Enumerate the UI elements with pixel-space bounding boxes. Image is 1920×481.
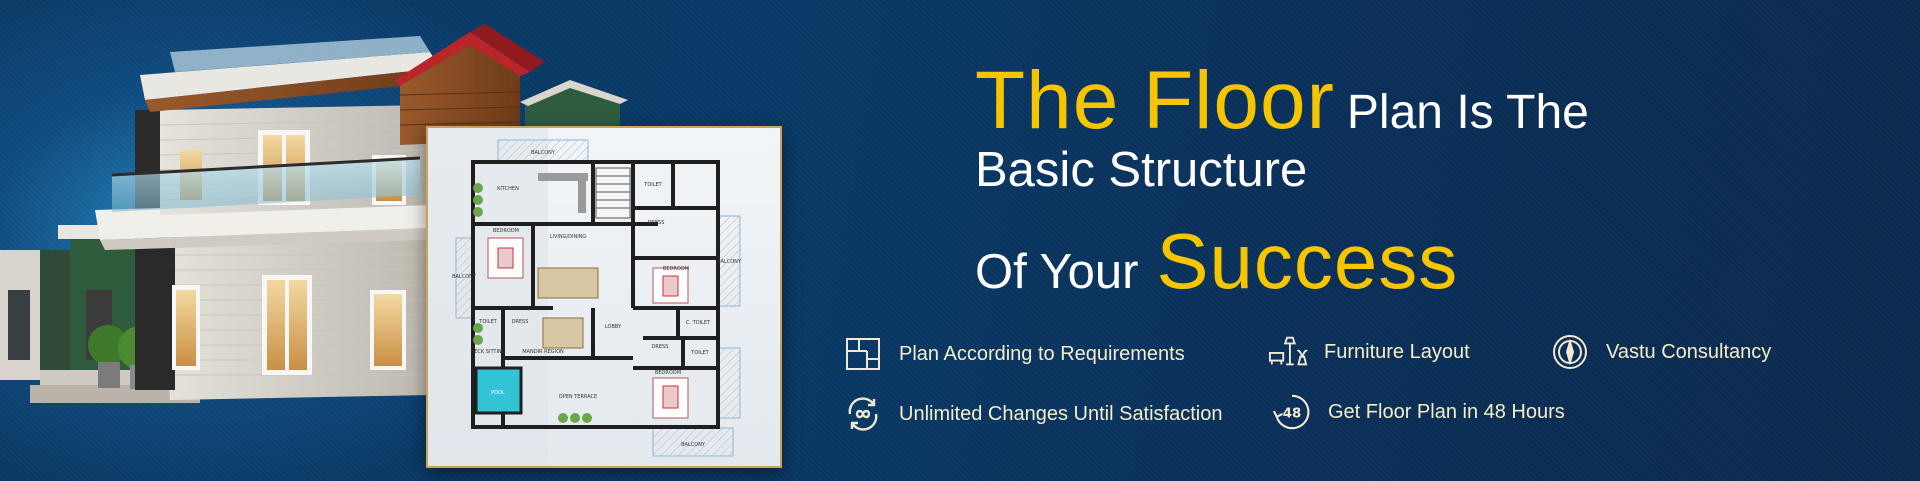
48-hours-icon: 48 <box>1272 392 1312 432</box>
plan-label-mandir: MANDIR REGION <box>522 349 564 355</box>
plan-label-pool: POOL <box>491 390 505 396</box>
plan-label-balcony-left: BALCONY <box>452 274 477 280</box>
feature-label: Get Floor Plan in 48 Hours <box>1328 400 1565 423</box>
feature-label: Plan According to Requirements <box>899 342 1185 365</box>
feature-label: Unlimited Changes Until Satisfaction <box>899 402 1223 425</box>
feature-48-hours: 48 Get Floor Plan in 48 Hours <box>1272 392 1565 432</box>
plan-label-kitchen: KITCHEN <box>497 186 519 192</box>
feature-furniture-layout: Furniture Layout <box>1268 332 1470 372</box>
floor-plan-card: BALCONY KITCHEN TOILET DRESS BEDROOM BAL… <box>426 126 782 468</box>
plan-label-deck: DECK SITTING <box>470 349 505 355</box>
plan-label-balcony-top: BALCONY <box>531 150 556 156</box>
feature-vastu-consultancy: Vastu Consultancy <box>1550 332 1771 372</box>
plan-label-toilet-3: TOILET <box>690 350 709 356</box>
plan-label-dress-3: DRESS <box>652 344 669 350</box>
headline-basic-structure: Basic Structure <box>975 143 1308 197</box>
plan-label-toilet-1: TOILET <box>643 182 662 188</box>
headline-of-your: Of Your <box>975 245 1139 299</box>
plan-label-bedroom-2: BEDROOM <box>663 266 689 272</box>
headline: The Floor Plan Is The Basic Structure Of … <box>975 60 1695 312</box>
feature-unlimited-changes: Unlimited Changes Until Satisfaction <box>843 394 1223 434</box>
feature-label: Vastu Consultancy <box>1606 340 1772 363</box>
plan-label-bedroom-3: BEDROOM <box>655 370 681 376</box>
plan-label-toilet-2: TOILET <box>478 319 497 325</box>
plan-label-lobby: LOBBY <box>605 324 622 330</box>
headline-floor: The Floor <box>975 55 1335 146</box>
plan-label-balcony-right: BALCONY <box>717 259 742 265</box>
plan-label-bedroom-1: BEDROOM <box>493 228 519 234</box>
plan-label-dress-2: DRESS <box>512 319 529 325</box>
plan-label-c-toilet: C. TOILET <box>686 320 711 326</box>
compass-icon <box>1550 332 1590 372</box>
plan-label-dress-1: DRESS <box>648 220 665 226</box>
furniture-icon <box>1268 332 1308 372</box>
svg-text:48: 48 <box>1283 407 1302 422</box>
floor-plan-drawing: BALCONY KITCHEN TOILET DRESS BEDROOM BAL… <box>428 128 742 466</box>
infinity-refresh-icon <box>843 394 883 434</box>
plan-label-open-terrace: OPEN TERRACE <box>559 394 597 400</box>
headline-success: Success <box>1156 217 1459 305</box>
feature-plan-requirements: Plan According to Requirements <box>843 334 1185 374</box>
floor-plan-icon <box>843 334 883 374</box>
hero-banner: BALCONY KITCHEN TOILET DRESS BEDROOM BAL… <box>0 0 1920 481</box>
headline-plan-is-the: Plan Is The <box>1346 86 1589 139</box>
feature-label: Furniture Layout <box>1324 340 1470 363</box>
plan-label-balcony-bottom: BALCONY <box>681 442 706 448</box>
plan-label-dining: LIVING/DINING <box>550 234 587 240</box>
